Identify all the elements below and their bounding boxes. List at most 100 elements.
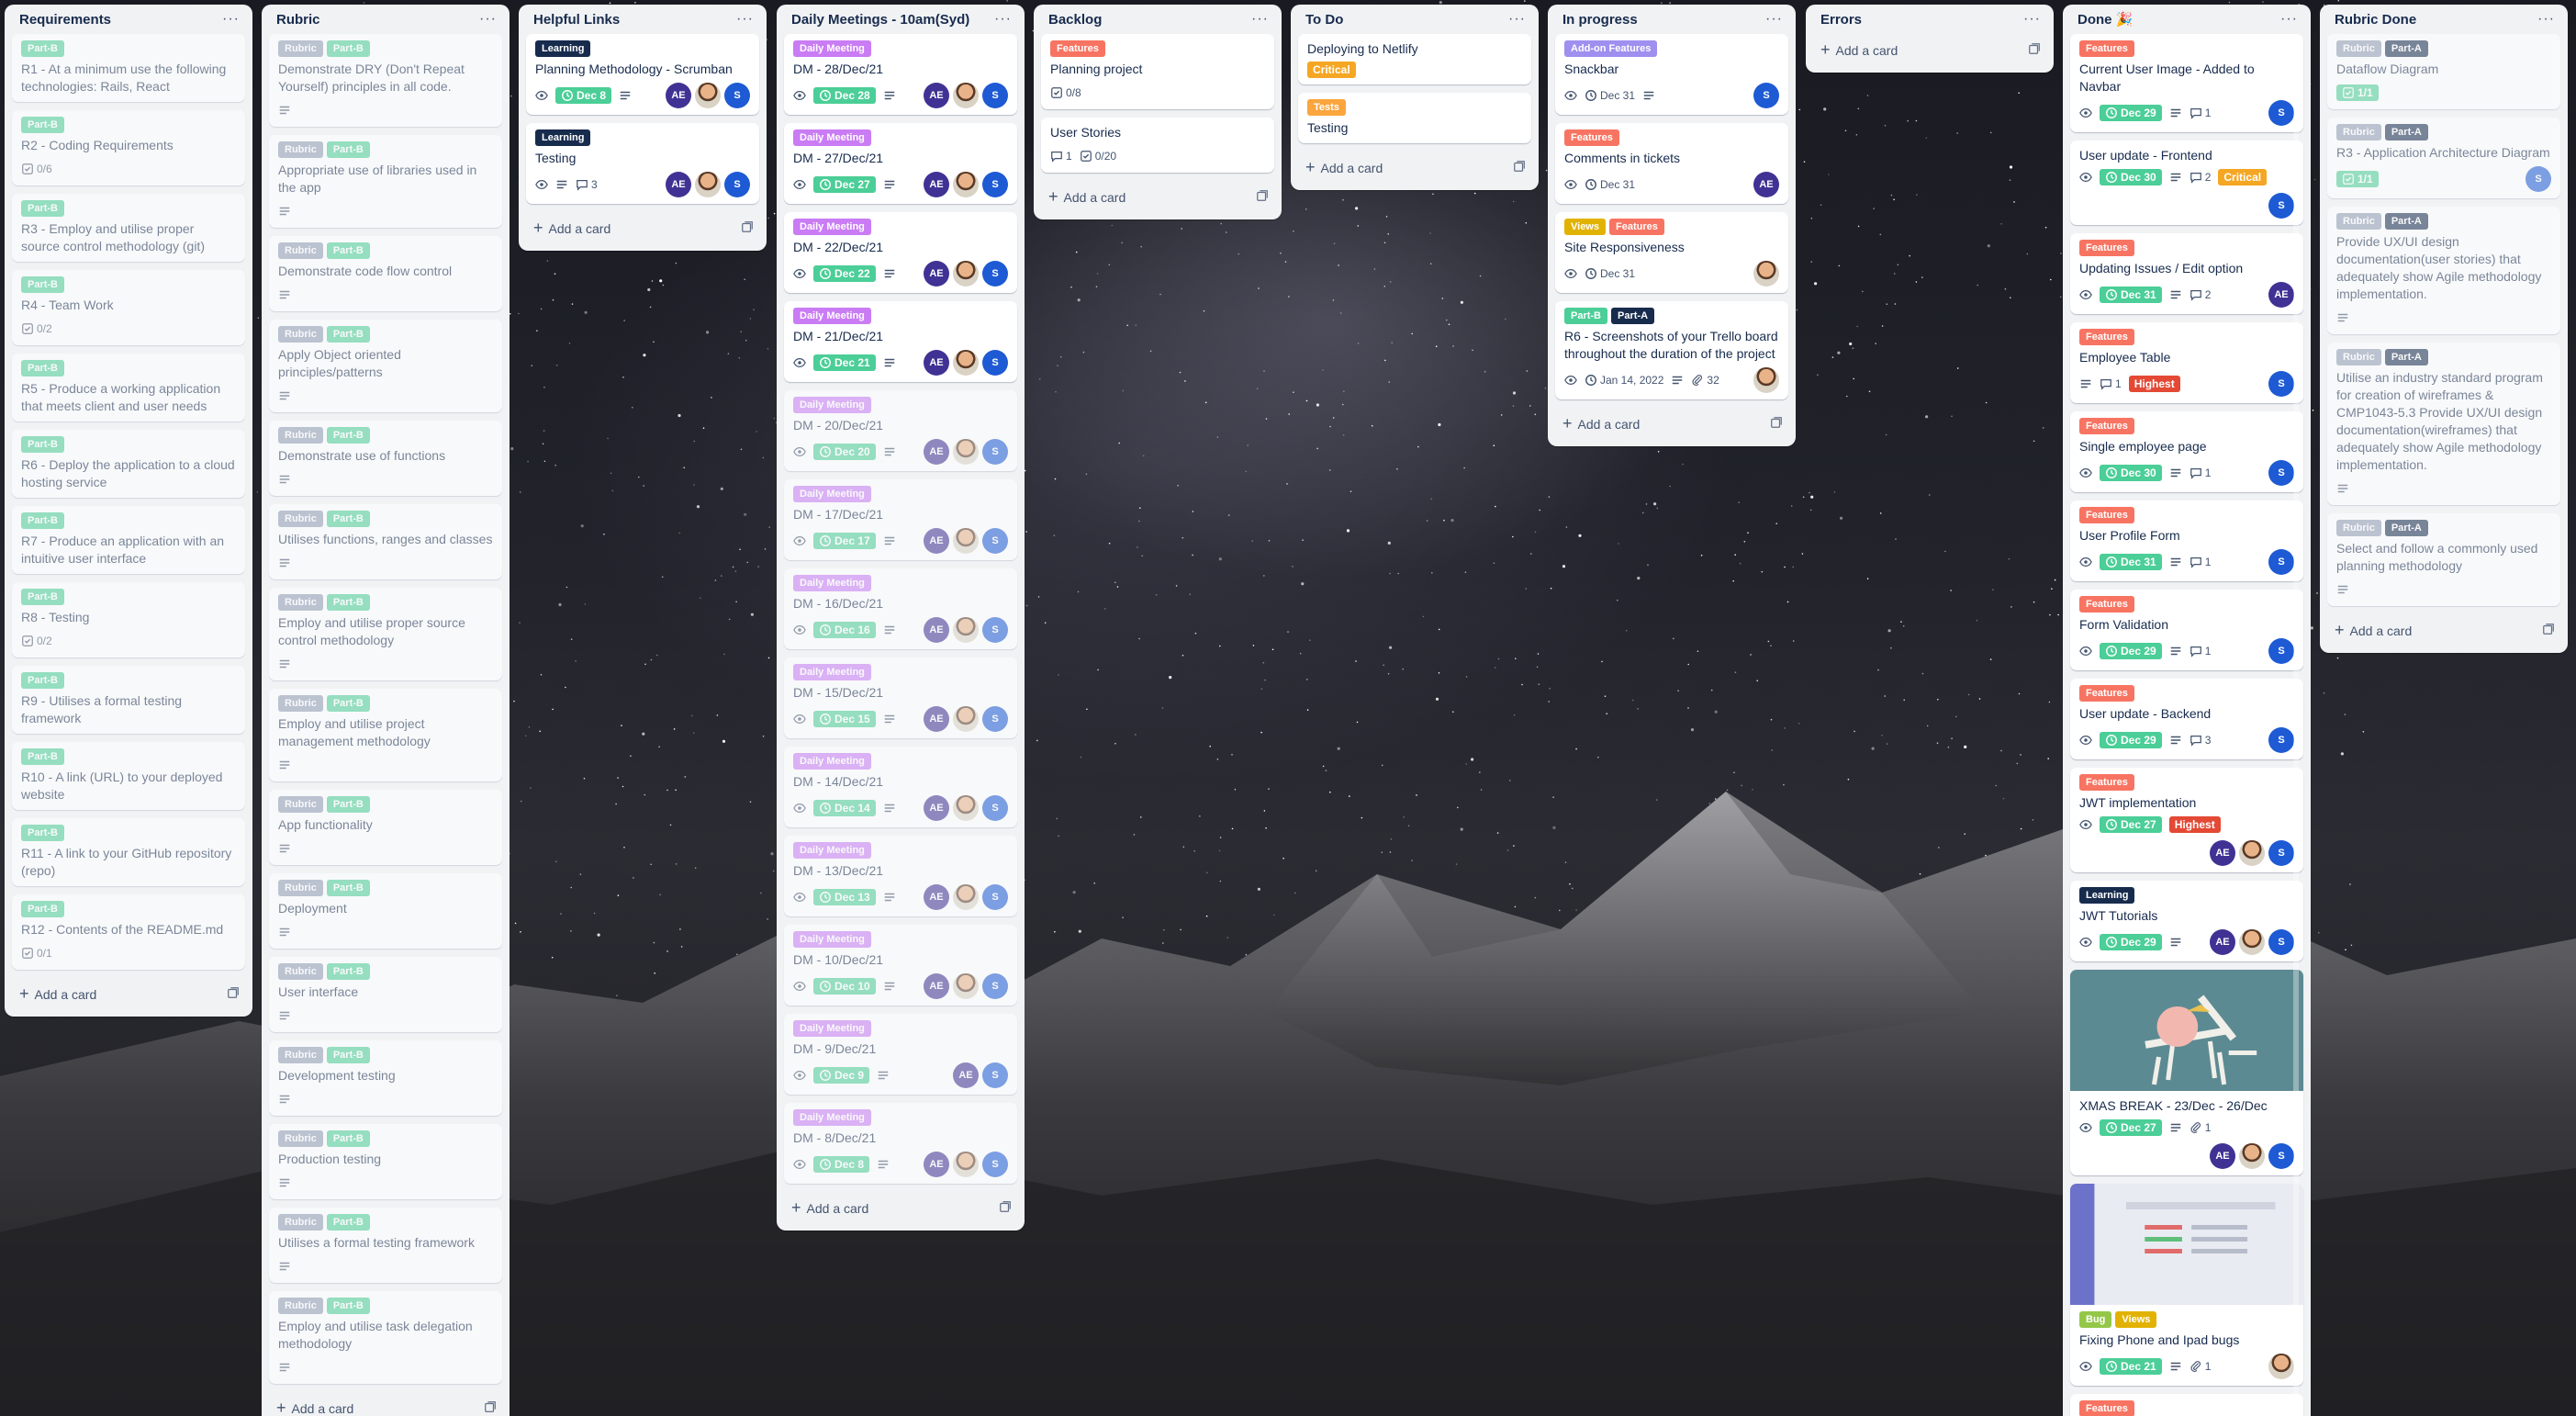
label-features[interactable]: Features (2079, 40, 2134, 57)
add-card-button[interactable]: + Add a card (269, 1392, 502, 1416)
list-menu-icon[interactable]: ··· (2280, 11, 2298, 28)
member-avatar-photo[interactable] (953, 884, 979, 910)
due-date-badge[interactable]: Dec 31 (2100, 287, 2162, 303)
member-avatar[interactable]: AE (924, 884, 949, 910)
label-part-b[interactable]: Part-B (326, 594, 370, 611)
add-card-button[interactable]: + Add a card (2327, 614, 2560, 646)
member-avatar[interactable]: AE (2210, 1143, 2235, 1169)
label-part-b[interactable]: Part-B (21, 360, 65, 376)
card[interactable]: Daily Meeting DM - 22/Dec/21 Dec 22 AE S (784, 212, 1017, 293)
card[interactable]: Features User Profile Form Dec 31 1 S (2070, 500, 2303, 581)
list-scrollbar[interactable] (2293, 35, 2299, 1416)
member-avatar-photo[interactable] (953, 83, 979, 108)
label-features[interactable]: Features (2079, 774, 2134, 791)
member-avatar[interactable]: S (1753, 83, 1779, 108)
member-avatar[interactable]: S (2268, 460, 2294, 486)
member-avatar[interactable]: AE (1753, 172, 1779, 197)
label-rubric[interactable]: Rubric (278, 40, 323, 57)
template-icon[interactable] (1513, 160, 1526, 175)
card[interactable]: Daily Meeting DM - 20/Dec/21 Dec 20 AE S (784, 390, 1017, 471)
due-date-badge[interactable]: Dec 29 (2100, 105, 2162, 121)
card[interactable]: Features Updating Issues / Edit option Dec… (2070, 233, 2303, 314)
member-avatar-photo[interactable] (953, 706, 979, 732)
card[interactable]: Rubric Part-B Employ and utilise proper so… (269, 588, 502, 680)
label-features[interactable]: Features (2079, 596, 2134, 612)
member-avatar-photo[interactable] (953, 172, 979, 197)
card[interactable]: Part-B R5 - Produce a working application… (12, 354, 245, 421)
card[interactable]: Features JWT implementation Dec 27 Highest A… (2070, 768, 2303, 872)
label-part-b[interactable]: Part-B (21, 512, 65, 529)
label-learning[interactable]: Learning (2079, 887, 2135, 904)
label-part-b[interactable]: Part-B (326, 1298, 370, 1314)
label-daily-meeting[interactable]: Daily Meeting (793, 40, 871, 57)
card[interactable]: Learning JWT Tutorials Dec 29 AE S (2070, 881, 2303, 961)
card[interactable]: Features User update - Backend Dec 29 3 S (2070, 679, 2303, 759)
card[interactable]: Rubric Part-B Deployment (269, 873, 502, 949)
label-rubric[interactable]: Rubric (278, 326, 323, 343)
member-avatar[interactable]: AE (924, 172, 949, 197)
member-avatar-photo[interactable] (2268, 1354, 2294, 1379)
label-part-b[interactable]: Part-B (326, 326, 370, 343)
due-date-badge[interactable]: Dec 21 (813, 354, 876, 371)
card[interactable]: Daily Meeting DM - 28/Dec/21 Dec 28 AE S (784, 34, 1017, 115)
due-date-badge[interactable]: Dec 21 (2100, 1358, 2162, 1375)
member-avatar-photo[interactable] (953, 795, 979, 821)
member-avatar[interactable]: AE (666, 83, 691, 108)
label-rubric[interactable]: Rubric (278, 242, 323, 259)
card[interactable]: Add-on Features Snackbar Dec 31 S (1555, 34, 1788, 115)
card[interactable]: Daily Meeting DM - 27/Dec/21 Dec 27 AE S (784, 123, 1017, 204)
card[interactable]: Features Employee Table 1 Highest S (2070, 322, 2303, 403)
due-date-badge[interactable]: Dec 30 (2100, 465, 2162, 481)
label-rubric[interactable]: Rubric (278, 1130, 323, 1147)
add-card-button[interactable]: + Add a card (1298, 152, 1531, 183)
list-menu-icon[interactable]: ··· (2023, 11, 2041, 28)
list-title[interactable]: To Do (1305, 12, 1343, 28)
member-avatar[interactable]: S (982, 795, 1008, 821)
label-features[interactable]: Features (1050, 40, 1105, 57)
card[interactable]: Part-B R4 - Team Work 0/2 (12, 270, 245, 345)
label-rubric[interactable]: Rubric (278, 695, 323, 712)
due-date-badge[interactable]: Dec 16 (813, 622, 876, 638)
member-avatar-photo[interactable] (953, 973, 979, 999)
member-avatar[interactable]: S (982, 439, 1008, 465)
label-rubric[interactable]: Rubric (2336, 213, 2381, 230)
member-avatar[interactable]: S (982, 1152, 1008, 1177)
label-part-b[interactable]: Part-B (21, 117, 65, 133)
card[interactable]: Deploying to Netlify Critical (1298, 34, 1531, 84)
card[interactable]: Rubric Part-B Production testing (269, 1124, 502, 1199)
label-part-b[interactable]: Part-B (21, 589, 65, 605)
template-icon[interactable] (2028, 42, 2041, 58)
label-rubric[interactable]: Rubric (278, 1047, 323, 1063)
member-avatar[interactable]: AE (666, 172, 691, 197)
member-avatar[interactable]: S (982, 528, 1008, 554)
member-avatar-photo[interactable] (695, 172, 721, 197)
label-daily-meeting[interactable]: Daily Meeting (793, 753, 871, 770)
label-part-a[interactable]: Part-A (2384, 349, 2428, 365)
card[interactable]: Part-B R11 - A link to your GitHub reposi… (12, 818, 245, 886)
member-avatar[interactable]: S (982, 617, 1008, 643)
list-title[interactable]: Helpful Links (533, 12, 620, 28)
card[interactable]: Part-B R12 - Contents of the README.md 0/1 (12, 894, 245, 970)
due-date-badge[interactable]: Dec 8 (555, 87, 612, 104)
card[interactable]: Rubric Part-A Provide UX/UI design documen… (2327, 207, 2560, 334)
card[interactable]: Rubric Part-B Apply Object oriented princi… (269, 320, 502, 412)
template-icon[interactable] (1770, 416, 1783, 432)
due-date-badge[interactable]: Dec 29 (2100, 732, 2162, 748)
label-views[interactable]: Views (2115, 1311, 2157, 1328)
label-learning[interactable]: Learning (535, 129, 591, 146)
member-avatar[interactable]: AE (2210, 929, 2235, 955)
label-part-a[interactable]: Part-A (2384, 124, 2428, 140)
member-avatar[interactable]: AE (2268, 282, 2294, 308)
label-daily-meeting[interactable]: Daily Meeting (793, 486, 871, 502)
member-avatar[interactable]: S (982, 172, 1008, 197)
card[interactable]: Daily Meeting DM - 14/Dec/21 Dec 14 AE S (784, 747, 1017, 827)
label-bug[interactable]: Bug (2079, 1311, 2112, 1328)
list-title[interactable]: Done 🎉 (2078, 11, 2133, 28)
list-menu-icon[interactable]: ··· (222, 11, 240, 28)
member-avatar[interactable]: S (2268, 371, 2294, 397)
list-menu-icon[interactable]: ··· (2537, 11, 2555, 28)
label-daily-meeting[interactable]: Daily Meeting (793, 219, 871, 235)
list-title[interactable]: Rubric (276, 12, 320, 28)
list-menu-icon[interactable]: ··· (994, 11, 1012, 28)
template-icon[interactable] (1256, 189, 1269, 205)
